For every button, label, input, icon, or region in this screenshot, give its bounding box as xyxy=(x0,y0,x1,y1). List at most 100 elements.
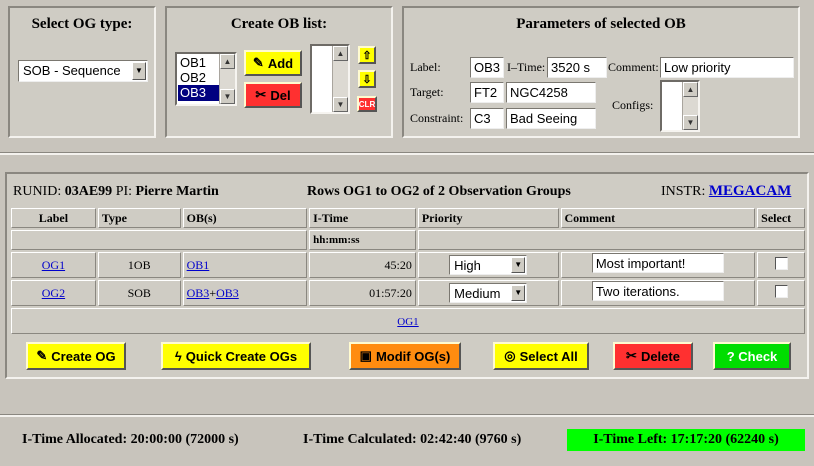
og-priority-cell: High ▼ xyxy=(417,252,559,278)
og-comment-field[interactable]: Two iterations. xyxy=(591,281,724,301)
og-obs-cell: OB1 xyxy=(182,252,308,278)
scroll-down-icon[interactable]: ▼ xyxy=(220,89,235,104)
instr: INSTR: MEGACAM xyxy=(661,183,791,200)
target-caption: Target: xyxy=(410,85,444,99)
og-comment-field[interactable]: Most important! xyxy=(591,253,724,273)
col-header-itime: I-Time xyxy=(309,208,416,228)
scroll-down-icon[interactable]: ▼ xyxy=(333,97,348,112)
select-checkbox[interactable] xyxy=(774,256,788,270)
og-label-cell: OG1 xyxy=(11,252,96,278)
scroll-up-icon[interactable]: ▲ xyxy=(683,82,698,97)
ob-link[interactable]: OB1 xyxy=(187,258,210,272)
target-code-field[interactable]: FT2 xyxy=(470,82,504,103)
label-caption: Label: xyxy=(410,60,441,74)
priority-select[interactable]: Medium ▼ xyxy=(449,283,528,303)
configs-caption: Configs: xyxy=(612,98,654,112)
ob-link[interactable]: OB3 xyxy=(187,286,210,300)
col-header-label: Label xyxy=(11,208,96,228)
og-priority-cell: Medium ▼ xyxy=(417,280,559,306)
arrow-up-icon: ⇧ xyxy=(362,49,372,62)
chevron-down-icon[interactable]: ▼ xyxy=(132,62,146,80)
itime-unit: hh:mm:ss xyxy=(309,230,416,250)
og-type-cell: 1OB xyxy=(97,252,181,278)
pi-caption: PI: xyxy=(115,184,133,199)
check-label: ? Check xyxy=(726,348,778,364)
modif-og-button[interactable]: ▣ Modif OG(s) xyxy=(349,342,461,370)
og-type-selected: SOB - Sequence xyxy=(23,63,121,78)
og-link[interactable]: OG2 xyxy=(42,286,65,300)
divider xyxy=(0,414,814,417)
comment-caption: Comment: xyxy=(608,60,659,74)
ob-listbox[interactable]: OB1 OB2 OB3 ▲ ▼ xyxy=(175,52,237,106)
instr-link[interactable]: MEGACAM xyxy=(709,183,792,199)
document-icon: ▣ xyxy=(359,348,372,363)
ob-list-item-selected[interactable]: OB3 xyxy=(178,85,220,101)
blank-cell xyxy=(417,230,805,250)
comment-field[interactable]: Low priority xyxy=(660,57,794,78)
params-panel: Parameters of selected OB Label: OB3 I–T… xyxy=(402,6,800,138)
col-header-priority: Priority xyxy=(417,208,559,228)
select-all-button[interactable]: ◎ Select All xyxy=(493,342,589,370)
del-ob-button[interactable]: ✂ Del xyxy=(244,82,302,108)
create-og-button[interactable]: ✎ Create OG xyxy=(26,342,126,370)
target-name-field[interactable]: NGC4258 xyxy=(506,82,596,103)
label-field[interactable]: OB3 xyxy=(470,57,504,78)
page-link[interactable]: OG1 xyxy=(397,316,418,328)
pagination-cell: OG1 xyxy=(11,308,805,334)
del-ob-label: Del xyxy=(270,87,291,103)
pagination-row: OG1 xyxy=(11,308,805,334)
ob-list-item[interactable]: OB2 xyxy=(178,70,220,85)
priority-select[interactable]: High ▼ xyxy=(449,255,528,275)
sequence-listbox[interactable]: ▲ ▼ xyxy=(310,44,350,114)
quick-create-button[interactable]: ϟ Quick Create OGs xyxy=(161,342,311,370)
pi-value: Pierre Martin xyxy=(135,184,219,199)
chevron-down-icon[interactable]: ▼ xyxy=(511,257,526,273)
configs-listbox[interactable]: ▲ ▼ xyxy=(660,80,700,132)
constraint-name-field[interactable]: Bad Seeing xyxy=(506,108,596,129)
clear-list-button[interactable]: CLR xyxy=(357,96,377,112)
constraint-caption: Constraint: xyxy=(410,111,464,125)
og-type-panel: Select OG type: SOB - Sequence ▼ xyxy=(8,6,156,138)
og-select-cell xyxy=(757,280,805,306)
constraint-code-field[interactable]: C3 xyxy=(470,108,504,129)
scroll-up-icon[interactable]: ▲ xyxy=(220,54,235,69)
configs-scrollbar[interactable]: ▲ ▼ xyxy=(682,82,698,130)
sequence-scrollbar[interactable]: ▲ ▼ xyxy=(332,46,348,112)
scroll-up-icon[interactable]: ▲ xyxy=(333,46,348,61)
scissors-icon: ✂ xyxy=(626,348,637,363)
table-subheader-row: hh:mm:ss xyxy=(11,230,805,250)
col-header-comment: Comment xyxy=(560,208,756,228)
priority-value: Medium xyxy=(454,286,501,301)
scroll-down-icon[interactable]: ▼ xyxy=(683,115,698,130)
ob-list-panel: Create OB list: OB1 OB2 OB3 ▲ ▼ ✎ Add ✂ … xyxy=(165,6,393,138)
chevron-down-icon[interactable]: ▼ xyxy=(511,285,526,301)
table-row: OG2 SOB OB3+OB3 01:57:20 Medium ▼ Two it… xyxy=(11,280,805,306)
params-title: Parameters of selected OB xyxy=(516,16,686,32)
select-checkbox[interactable] xyxy=(774,284,788,298)
blank-cell xyxy=(11,230,308,250)
clear-label: CLR xyxy=(358,99,376,109)
og-link[interactable]: OG1 xyxy=(42,258,65,272)
itime-allocated: I-Time Allocated: 20:00:00 (72000 s) xyxy=(22,432,239,447)
add-ob-button[interactable]: ✎ Add xyxy=(244,50,302,76)
ob-list-title: Create OB list: xyxy=(230,16,328,32)
select-all-label: Select All xyxy=(519,348,578,364)
summary-runid: RUNID: 03AE99 PI: Pierre Martin xyxy=(13,184,219,200)
move-up-button[interactable]: ⇧ xyxy=(358,46,376,64)
itime-field[interactable]: 3520 s xyxy=(547,57,607,78)
ob-link[interactable]: OB3 xyxy=(216,286,239,300)
og-comment-cell: Most important! xyxy=(560,252,756,278)
og-table-panel: RUNID: 03AE99 PI: Pierre Martin Rows OG1… xyxy=(5,172,809,379)
instr-caption: INSTR: xyxy=(661,184,706,199)
delete-og-button[interactable]: ✂ Delete xyxy=(613,342,693,370)
ob-list-scrollbar[interactable]: ▲ ▼ xyxy=(219,54,235,104)
ob-list-item[interactable]: OB1 xyxy=(178,55,220,70)
col-header-select: Select xyxy=(757,208,805,228)
pencil-icon: ✎ xyxy=(252,55,264,70)
move-down-button[interactable]: ⇩ xyxy=(358,70,376,88)
lightning-icon: ϟ xyxy=(174,348,182,364)
col-header-type: Type xyxy=(97,208,181,228)
check-button[interactable]: ? Check xyxy=(713,342,791,370)
og-type-select[interactable]: SOB - Sequence ▼ xyxy=(18,60,148,82)
delete-og-label: Delete xyxy=(640,348,680,364)
